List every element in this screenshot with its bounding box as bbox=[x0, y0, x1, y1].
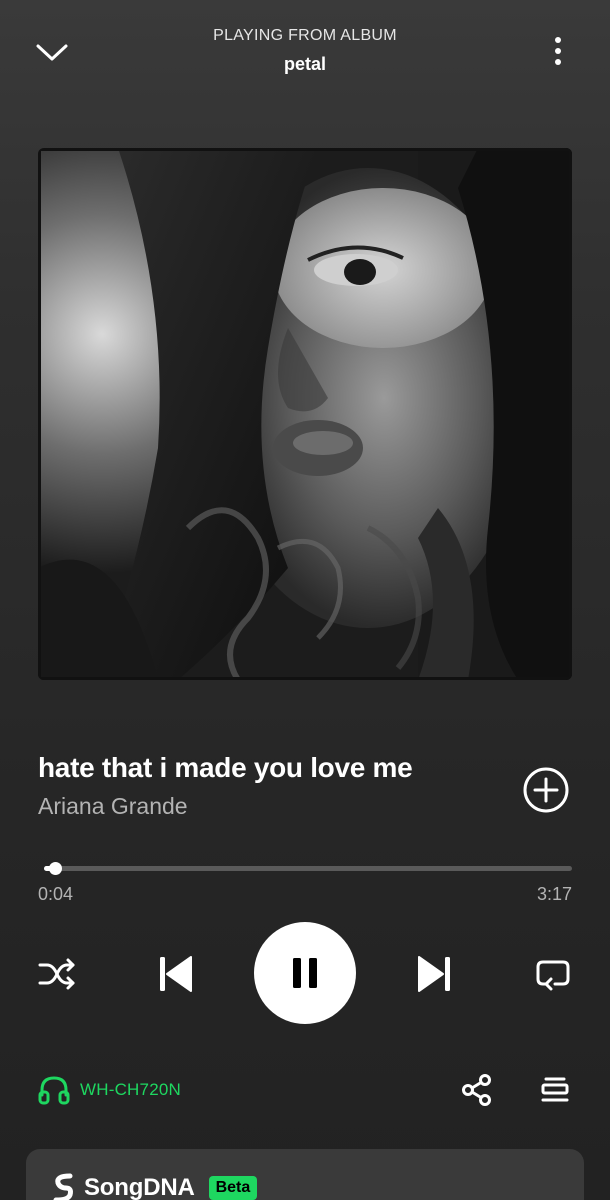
queue-icon bbox=[541, 1077, 569, 1102]
elapsed-time: 0:04 bbox=[38, 884, 74, 904]
repeat-icon bbox=[536, 960, 570, 991]
queue-button[interactable] bbox=[534, 1068, 576, 1112]
progress-bar[interactable] bbox=[44, 862, 572, 875]
track-artist[interactable]: Ariana Grande bbox=[38, 793, 188, 820]
previous-button[interactable] bbox=[150, 948, 200, 1000]
pause-button[interactable] bbox=[254, 922, 356, 1024]
skip-next-icon bbox=[418, 956, 450, 992]
context-label: PLAYING FROM ALBUM bbox=[213, 27, 397, 44]
songdna-logo-icon bbox=[53, 1173, 73, 1200]
add-circle-icon bbox=[523, 767, 569, 813]
songdna-title: SongDNA bbox=[84, 1174, 195, 1200]
device-name: WH-CH720N bbox=[80, 1080, 181, 1099]
album-artwork-image bbox=[38, 148, 572, 680]
songdna-card[interactable]: SongDNA Beta bbox=[26, 1149, 584, 1200]
album-artwork bbox=[38, 148, 572, 680]
progress-knob[interactable] bbox=[48, 862, 62, 875]
next-button[interactable] bbox=[410, 948, 460, 1000]
skip-previous-icon bbox=[160, 956, 192, 992]
track-title[interactable]: hate that i made you love me bbox=[38, 752, 413, 784]
add-to-library-button[interactable] bbox=[518, 764, 574, 816]
shuffle-icon bbox=[38, 958, 75, 990]
shuffle-button[interactable] bbox=[32, 950, 82, 998]
share-icon bbox=[462, 1074, 491, 1106]
connected-device[interactable]: WH-CH720N bbox=[38, 1072, 181, 1108]
total-duration: 3:17 bbox=[536, 884, 572, 904]
repeat-button[interactable] bbox=[528, 950, 578, 998]
more-vertical-icon bbox=[555, 37, 561, 65]
headphones-icon bbox=[38, 1076, 70, 1105]
more-options-button[interactable] bbox=[534, 27, 582, 75]
beta-badge: Beta bbox=[208, 1176, 258, 1200]
share-button[interactable] bbox=[456, 1068, 498, 1112]
songdna-header: SongDNA Beta bbox=[52, 1173, 258, 1200]
context-name[interactable]: petal bbox=[0, 54, 610, 75]
pause-icon bbox=[293, 958, 317, 988]
